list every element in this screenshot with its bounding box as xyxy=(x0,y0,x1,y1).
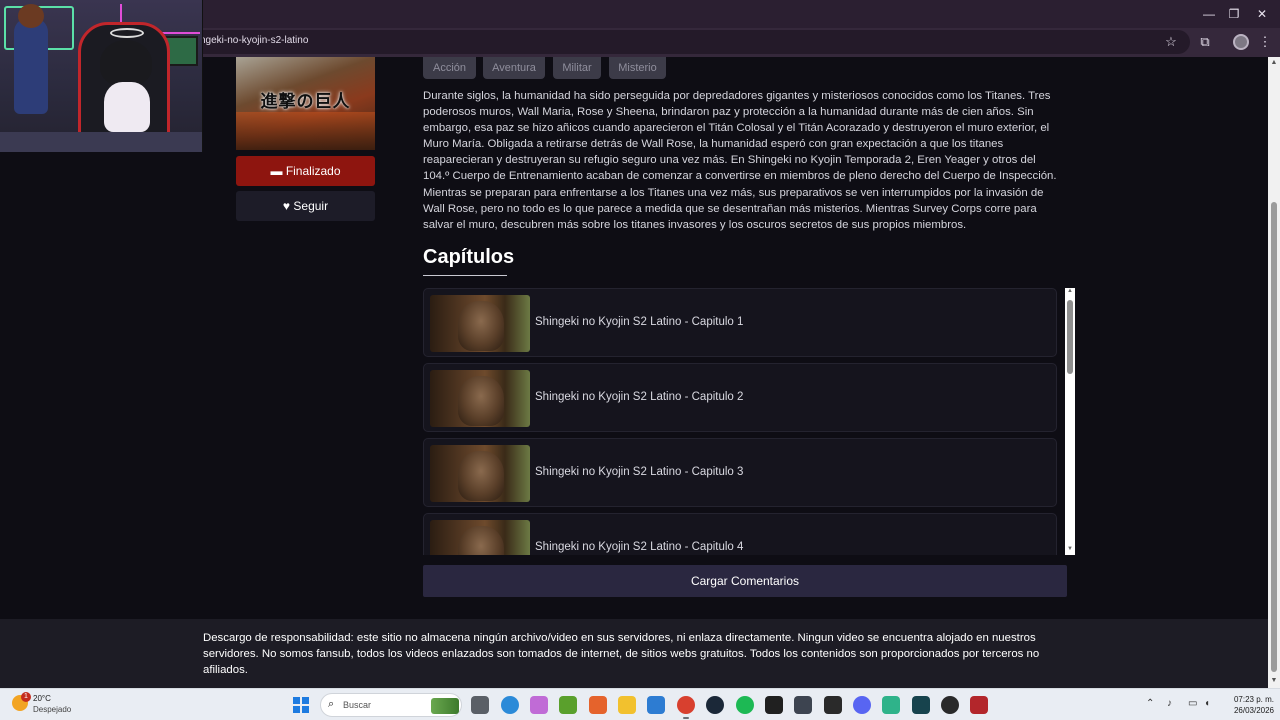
genre-tag[interactable]: Aventura xyxy=(483,57,545,79)
bookmark-star-icon[interactable]: ☆ xyxy=(1162,33,1180,51)
chapter-item[interactable]: Shingeki no Kyojin S2 Latino - Capitulo … xyxy=(423,438,1057,507)
tray-chevron-icon[interactable]: ⌃ xyxy=(1146,698,1154,709)
scroll-down-arrow-icon[interactable]: ▼ xyxy=(1066,546,1074,552)
app-green-icon[interactable] xyxy=(882,696,900,714)
follow-button[interactable]: ♥ Seguir xyxy=(236,191,375,221)
page-scroll-down-icon[interactable]: ▼ xyxy=(1270,677,1278,684)
obs-icon[interactable] xyxy=(941,696,959,714)
chapter-thumbnail xyxy=(430,370,530,427)
profile-avatar[interactable] xyxy=(1232,33,1250,51)
chapter-thumbnail xyxy=(430,520,530,555)
chapter-thumbnail xyxy=(430,445,530,502)
chapters-heading: Capítulos xyxy=(423,246,515,268)
app-red-icon[interactable] xyxy=(970,696,988,714)
network-icon[interactable]: ▭ xyxy=(1188,698,1197,709)
scroll-up-arrow-icon[interactable]: ▲ xyxy=(1066,288,1074,294)
nvidia-icon[interactable] xyxy=(559,696,577,714)
file-explorer-icon[interactable] xyxy=(618,696,636,714)
browser-menu-icon[interactable]: ⋮ xyxy=(1256,33,1274,51)
copilot-icon[interactable] xyxy=(530,696,548,714)
chapter-thumbnail xyxy=(430,295,530,352)
chapter-list-scrollbar[interactable]: ▲ ▼ xyxy=(1065,288,1075,555)
webcam-overlay xyxy=(0,0,203,152)
genre-tag[interactable]: Militar xyxy=(553,57,601,79)
spotify-icon[interactable] xyxy=(736,696,754,714)
clock-date: 26/03/2026 xyxy=(1233,706,1274,715)
maximize-button[interactable]: ❐ xyxy=(1222,4,1246,24)
chapter-list: Shingeki no Kyojin S2 Latino - Capitulo … xyxy=(423,288,1075,555)
search-label: Buscar xyxy=(343,700,372,710)
close-window-button[interactable]: ✕ xyxy=(1250,4,1274,24)
genre-tag[interactable]: Acción xyxy=(423,57,476,79)
chapter-title: Shingeki no Kyojin S2 Latino - Capitulo … xyxy=(535,391,744,403)
chrome-icon[interactable] xyxy=(677,696,695,714)
taskbar-search[interactable]: ⌕ Buscar xyxy=(320,693,462,717)
heading-underline xyxy=(423,275,507,276)
status-finalizado-button[interactable]: ▬ Finalizado xyxy=(236,156,375,186)
epic-games-icon[interactable] xyxy=(824,696,842,714)
clock-time: 07:23 p. m. xyxy=(1233,695,1274,704)
genre-tag[interactable]: Misterio xyxy=(609,57,666,79)
microphone-icon[interactable]: ♪ xyxy=(1167,698,1172,709)
taskbar-clock[interactable]: 07:23 p. m. 26/03/2026 xyxy=(1222,694,1274,716)
minimize-button[interactable]: — xyxy=(1197,4,1221,24)
app-dark-icon[interactable] xyxy=(794,696,812,714)
search-highlight-art xyxy=(431,698,459,714)
page-footer: Descargo de responsabilidad: este sitio … xyxy=(0,619,1268,688)
store-icon[interactable] xyxy=(647,696,665,714)
volume-icon[interactable]: ◖ xyxy=(1204,698,1210,709)
page-scroll-thumb[interactable] xyxy=(1271,202,1277,672)
chapter-title: Shingeki no Kyojin S2 Latino - Capitulo … xyxy=(535,466,744,478)
weather-badge: 1 xyxy=(21,692,31,702)
chapter-item[interactable]: Shingeki no Kyojin S2 Latino - Capitulo … xyxy=(423,288,1057,357)
cover-title-logo: 進撃の巨人 xyxy=(260,92,351,112)
chapter-title: Shingeki no Kyojin S2 Latino - Capitulo … xyxy=(535,316,744,328)
app-orange-icon[interactable] xyxy=(589,696,607,714)
page-scroll-up-icon[interactable]: ▲ xyxy=(1270,59,1278,66)
chapter-item[interactable]: Shingeki no Kyojin S2 Latino - Capitulo … xyxy=(423,513,1057,555)
search-icon: ⌕ xyxy=(328,698,335,710)
disclaimer-text: Descargo de responsabilidad: este sitio … xyxy=(203,632,1040,677)
discord-icon[interactable] xyxy=(853,696,871,714)
address-url: ngeki-no-kyojin-s2-latino xyxy=(200,35,309,46)
capcut-icon[interactable] xyxy=(765,696,783,714)
address-bar[interactable]: ngeki-no-kyojin-s2-latino ☆ xyxy=(190,30,1190,54)
edge-icon[interactable] xyxy=(501,696,519,714)
weather-temperature: 20°C xyxy=(33,694,51,703)
windows-taskbar: 1 20°C Despejado ⌕ Buscar ⌃ ♪ ▭ ◖ 07:23 … xyxy=(0,688,1280,720)
page-scrollbar[interactable]: ▲ ▼ xyxy=(1268,57,1280,688)
heart-icon: ♥ xyxy=(282,199,294,213)
app-teal-icon[interactable] xyxy=(912,696,930,714)
status-label: Finalizado xyxy=(285,164,341,178)
load-comments-button[interactable]: Cargar Comentarios xyxy=(423,565,1067,597)
follow-label: Seguir xyxy=(293,199,329,213)
anime-cover-image: 進撃の巨人 xyxy=(236,57,375,150)
chapter-scroll-thumb[interactable] xyxy=(1067,300,1073,374)
synopsis-text: Durante siglos, la humanidad ha sido per… xyxy=(423,90,1057,231)
calendar-icon: ▬ xyxy=(270,164,286,178)
extensions-icon[interactable]: ⧉ xyxy=(1196,33,1214,51)
task-view-icon[interactable] xyxy=(471,696,489,714)
chapter-item[interactable]: Shingeki no Kyojin S2 Latino - Capitulo … xyxy=(423,363,1057,432)
steam-icon[interactable] xyxy=(706,696,724,714)
chapter-title: Shingeki no Kyojin S2 Latino - Capitulo … xyxy=(535,541,744,553)
cover-art-fire xyxy=(236,112,375,150)
windows-start-icon[interactable] xyxy=(293,697,309,713)
weather-description: Despejado xyxy=(33,705,72,714)
